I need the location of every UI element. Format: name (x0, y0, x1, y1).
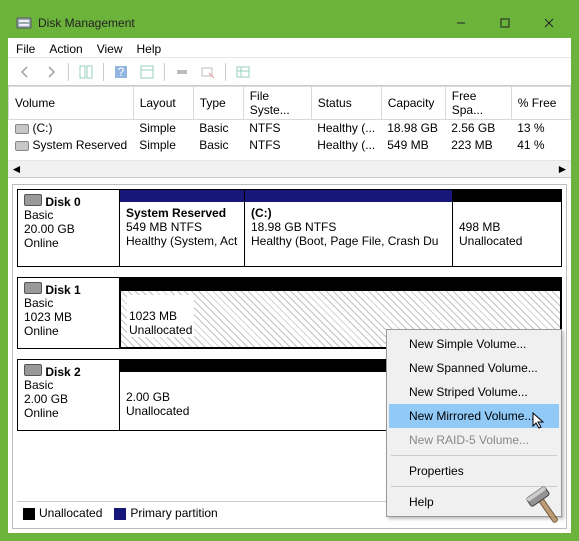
menu-item-help[interactable]: Help (389, 490, 559, 514)
menu-help[interactable]: Help (137, 40, 162, 57)
col-capacity[interactable]: Capacity (381, 87, 445, 120)
help-button[interactable]: ? (110, 61, 132, 83)
back-button[interactable] (14, 61, 36, 83)
settings-button[interactable] (136, 61, 158, 83)
maximize-button[interactable] (483, 9, 527, 37)
menu-separator (391, 486, 557, 487)
volume-list-pane: Volume Layout Type File Syste... Status … (8, 86, 571, 178)
show-hide-button[interactable] (75, 61, 97, 83)
menubar: File Action View Help (8, 38, 571, 58)
list-button[interactable] (232, 61, 254, 83)
toolbar-separator (68, 63, 69, 81)
window-title: Disk Management (38, 16, 439, 30)
disk-header[interactable]: Disk 2 Basic 2.00 GB Online (18, 360, 120, 430)
legend-swatch-primary (114, 508, 126, 520)
table-row[interactable]: System Reserved Simple Basic NTFS Health… (9, 137, 571, 154)
drive-icon (24, 282, 42, 294)
col-status[interactable]: Status (311, 87, 381, 120)
menu-item-new-mirrored[interactable]: New Mirrored Volume... (389, 404, 559, 428)
disk-header[interactable]: Disk 1 Basic 1023 MB Online (18, 278, 120, 348)
col-fs[interactable]: File Syste... (243, 87, 311, 120)
drive-icon (24, 194, 42, 206)
menu-separator (391, 455, 557, 456)
disk-mgmt-icon (16, 15, 32, 31)
toolbar-separator (164, 63, 165, 81)
close-button[interactable] (527, 9, 571, 37)
svg-text:?: ? (118, 65, 125, 79)
partition-unallocated[interactable]: 498 MBUnallocated (452, 190, 561, 266)
col-layout[interactable]: Layout (133, 87, 193, 120)
col-pct[interactable]: % Free (511, 87, 570, 120)
scroll-left-icon[interactable]: ◄ (8, 160, 25, 177)
menu-item-new-simple[interactable]: New Simple Volume... (389, 332, 559, 356)
toolbar-separator (103, 63, 104, 81)
action-button[interactable] (171, 61, 193, 83)
menu-item-new-raid5: New RAID-5 Volume... (389, 428, 559, 452)
partition-stripe (121, 279, 560, 291)
minimize-button[interactable] (439, 9, 483, 37)
partition-stripe (453, 190, 561, 202)
disk-row: Disk 0 Basic 20.00 GB Online System Rese… (17, 189, 562, 267)
titlebar[interactable]: Disk Management (8, 8, 571, 38)
partition[interactable]: (C:)18.98 GB NTFSHealthy (Boot, Page Fil… (244, 190, 452, 266)
partition-stripe (120, 190, 244, 202)
partition-stripe (245, 190, 452, 202)
col-free[interactable]: Free Spa... (445, 87, 511, 120)
menu-view[interactable]: View (97, 40, 123, 57)
horizontal-scrollbar[interactable]: ◄ ► (8, 160, 571, 177)
properties-button[interactable] (197, 61, 219, 83)
col-volume[interactable]: Volume (9, 87, 134, 120)
forward-button[interactable] (40, 61, 62, 83)
menu-action[interactable]: Action (49, 40, 82, 57)
toolbar-separator (225, 63, 226, 81)
menu-item-properties[interactable]: Properties (389, 459, 559, 483)
volume-icon (15, 141, 29, 151)
drive-icon (24, 364, 42, 376)
toolbar: ? (8, 58, 571, 86)
legend-swatch-unallocated (23, 508, 35, 520)
context-menu: New Simple Volume... New Spanned Volume.… (386, 329, 562, 517)
scroll-right-icon[interactable]: ► (554, 160, 571, 177)
menu-item-new-striped[interactable]: New Striped Volume... (389, 380, 559, 404)
table-row[interactable]: (C:) Simple Basic NTFS Healthy (... 18.9… (9, 120, 571, 137)
volume-icon (15, 124, 29, 134)
menu-file[interactable]: File (16, 40, 35, 57)
menu-item-new-spanned[interactable]: New Spanned Volume... (389, 356, 559, 380)
col-type[interactable]: Type (193, 87, 243, 120)
volume-table[interactable]: Volume Layout Type File Syste... Status … (8, 86, 571, 160)
partition[interactable]: System Reserved549 MB NTFSHealthy (Syste… (120, 190, 244, 266)
disk-header[interactable]: Disk 0 Basic 20.00 GB Online (18, 190, 120, 266)
